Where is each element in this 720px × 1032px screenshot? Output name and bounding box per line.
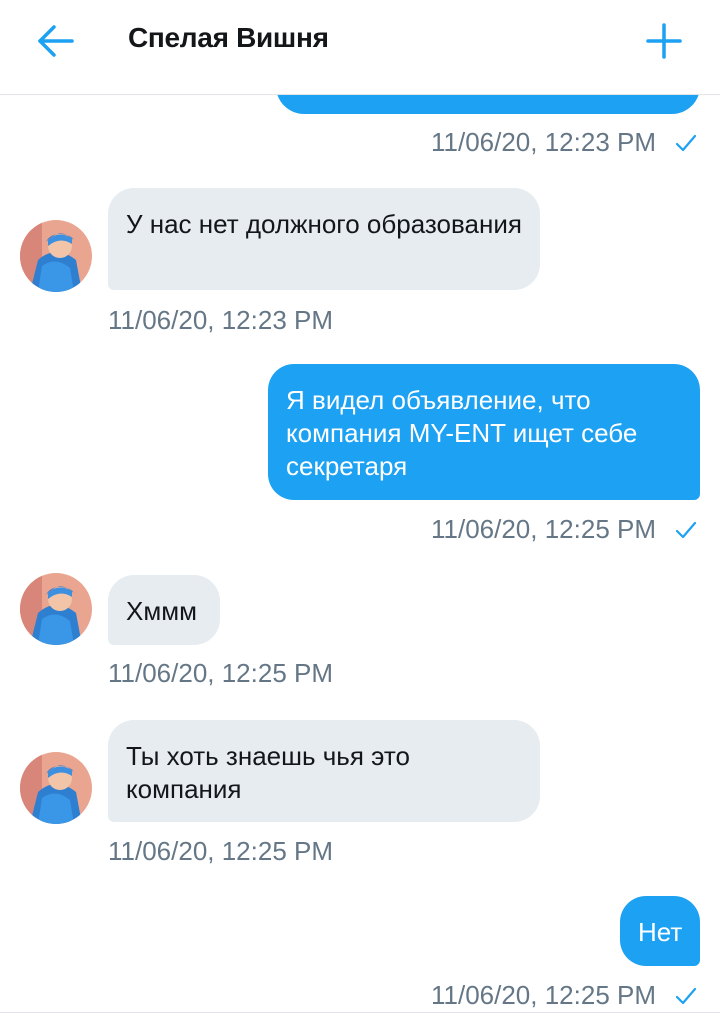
message-timestamp: 11/06/20, 12:25 PM [430,514,656,544]
outgoing-message-bubble[interactable]: Я видел объявление, что компания MY-ENT … [268,364,700,500]
message-timestamp: 11/06/20, 12:25 PM [108,658,334,688]
conversation-header: Спелая Вишня [0,0,720,95]
plus-icon[interactable] [636,16,692,66]
contact-avatar[interactable] [20,573,92,645]
check-icon [675,134,697,152]
incoming-message-bubble[interactable]: Ты хоть знаешь чья это компания [108,720,540,822]
message-timestamp: 11/06/20, 12:23 PM [430,127,656,157]
contact-avatar[interactable] [20,752,92,824]
incoming-message-bubble[interactable]: Хммм [108,575,220,645]
page-title: Спелая Вишня [128,22,329,53]
message-timestamp: 11/06/20, 12:25 PM [108,836,334,866]
message-list: 11/06/20, 12:23 PM У нас нет должного об… [0,0,720,1032]
message-timestamp: 11/06/20, 12:25 PM [430,980,656,1010]
check-icon [675,987,697,1005]
divider [0,1012,720,1013]
message-timestamp: 11/06/20, 12:23 PM [108,305,334,335]
outgoing-message-bubble[interactable]: Нет [620,896,700,966]
contact-avatar[interactable] [20,220,92,292]
arrow-left-icon[interactable] [26,16,86,66]
incoming-message-bubble[interactable]: У нас нет должного образования [108,188,540,290]
check-icon [675,521,697,539]
